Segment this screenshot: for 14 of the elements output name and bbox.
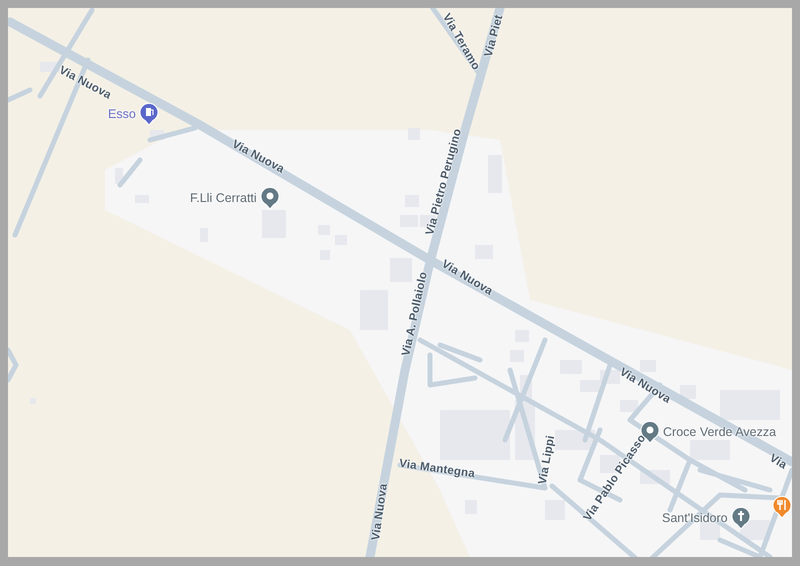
street-label: Via <box>767 452 789 472</box>
street-label: Via Nuova <box>370 482 390 542</box>
cross-icon[interactable] <box>730 506 751 530</box>
street-label: Via Piet <box>482 14 506 58</box>
street-label: Via Lippi <box>536 434 558 486</box>
map-pin-icon[interactable] <box>260 186 280 210</box>
place-label[interactable]: Esso <box>108 107 136 121</box>
place-label[interactable]: Sant'Isidoro <box>662 511 728 525</box>
place-label[interactable]: F.Lli Cerratti <box>190 191 257 205</box>
fuel-pump-icon[interactable] <box>138 102 159 126</box>
place-label[interactable]: Croce Verde Avezza <box>663 425 776 439</box>
street-label: Via Mantegna <box>398 458 476 480</box>
fork-knife-icon[interactable] <box>772 495 792 519</box>
street-label: Via A. Pollaiolo <box>400 270 430 358</box>
